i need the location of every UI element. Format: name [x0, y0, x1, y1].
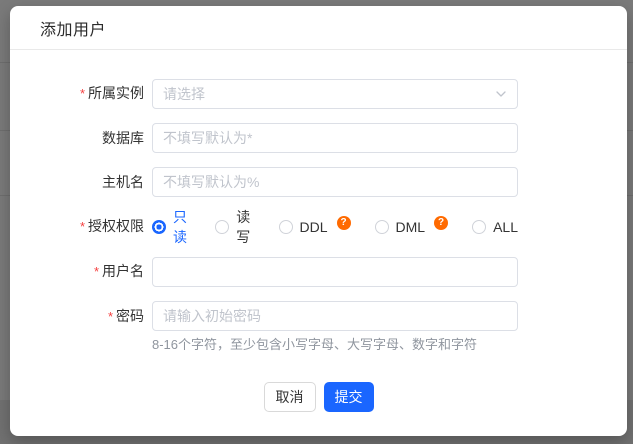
database-input[interactable]	[163, 124, 507, 152]
username-label: * 用户名	[93, 263, 144, 279]
form-row-hostname: 主机名	[10, 167, 627, 197]
form-row-password: *密码 8-16个字符，至少包含小写字母、大写字母、数字和字符	[10, 301, 627, 354]
help-icon[interactable]: ?	[434, 215, 449, 230]
password-label: * 密码	[107, 308, 144, 324]
permission-radio-group: 只读 读写 DDL ? DML ? ALL	[152, 209, 518, 245]
radio-unchecked-icon	[472, 219, 487, 234]
instance-select-placeholder: 请选择	[163, 85, 205, 102]
password-input[interactable]	[163, 302, 507, 330]
page-overlay: { "colors": { "accent_blue": "#1a66ff", …	[0, 0, 633, 444]
hostname-label: 主机名	[102, 174, 144, 190]
username-input[interactable]	[163, 257, 507, 286]
required-asterisk: *	[79, 219, 85, 234]
radio-unchecked-icon	[374, 219, 389, 234]
password-rules-hint: 8-16个字符，至少包含小写字母、大写字母、数字和字符	[152, 337, 478, 352]
radio-option-readonly[interactable]: 只读	[152, 207, 191, 247]
radio-option-readwrite[interactable]: 读写	[215, 207, 254, 247]
permission-label: * 授权权限	[79, 218, 144, 234]
hostname-input[interactable]	[163, 168, 507, 196]
cancel-button[interactable]: 取消	[263, 382, 316, 412]
form-row-database: 数据库	[10, 123, 627, 153]
add-user-dialog: 添加用户 *所属实例 请选择 数据库 主机名	[10, 6, 627, 436]
dialog-footer: 取消 提交	[10, 382, 627, 436]
radio-option-dml[interactable]: DML ?	[374, 215, 449, 235]
chevron-down-icon	[496, 90, 506, 97]
radio-unchecked-icon	[278, 219, 293, 234]
radio-unchecked-icon	[215, 219, 230, 234]
submit-button[interactable]: 提交	[323, 382, 374, 412]
help-icon[interactable]: ?	[336, 215, 351, 230]
form-row-permission: * 授权权限 只读 读写 DDL ? DML ? ALL	[10, 209, 627, 245]
instance-select[interactable]: 请选择	[152, 78, 518, 109]
radio-option-ddl[interactable]: DDL ?	[278, 215, 351, 235]
form-row-instance: * 所属实例 请选择	[10, 78, 627, 109]
database-label: 数据库	[102, 130, 144, 146]
instance-label: * 所属实例	[79, 85, 144, 101]
dialog-title: 添加用户	[40, 21, 107, 39]
radio-checked-icon	[152, 219, 166, 234]
required-asterisk: *	[107, 309, 113, 324]
dialog-body: *所属实例 请选择 数据库 主机名	[10, 50, 627, 368]
dialog-header: 添加用户	[10, 6, 627, 50]
required-asterisk: *	[93, 264, 99, 279]
radio-option-all[interactable]: ALL	[472, 219, 518, 235]
form-row-username: * 用户名	[10, 256, 627, 287]
required-asterisk: *	[79, 86, 85, 101]
